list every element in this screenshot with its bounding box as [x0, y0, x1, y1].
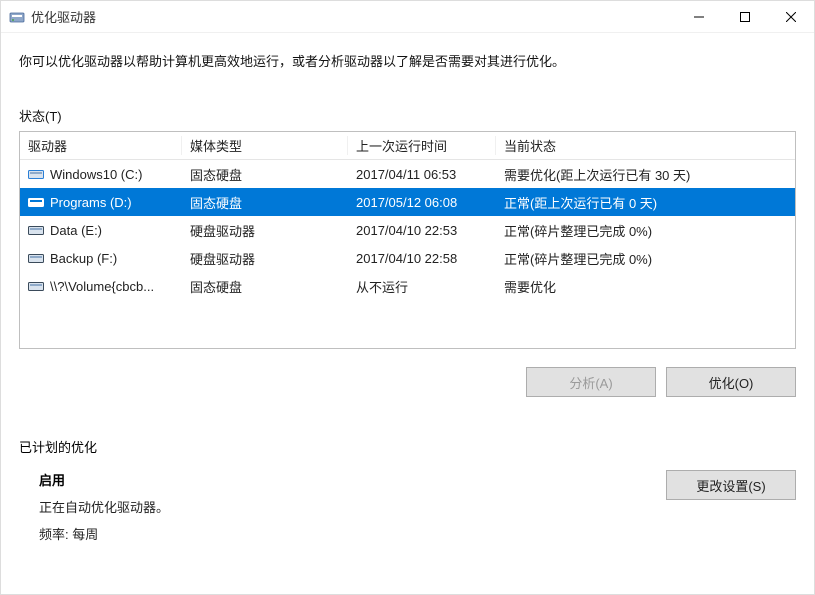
col-drive[interactable]: 驱动器 — [20, 136, 182, 155]
drive-icon — [28, 196, 44, 208]
description-text: 你可以优化驱动器以帮助计算机更高效地运行，或者分析驱动器以了解是否需要对其进行优… — [19, 51, 796, 70]
drive-media: 固态硬盘 — [182, 277, 348, 296]
schedule-frequency: 频率: 每周 — [39, 524, 666, 543]
drive-name: Data (E:) — [50, 223, 102, 238]
drive-status: 正常(距上次运行已有 0 天) — [496, 193, 795, 212]
col-current[interactable]: 当前状态 — [496, 136, 795, 155]
minimize-button[interactable] — [676, 1, 722, 33]
status-label: 状态(T) — [19, 106, 796, 125]
optimize-button[interactable]: 优化(O) — [666, 367, 796, 397]
drive-lastrun: 2017/04/11 06:53 — [348, 167, 496, 182]
drive-status: 正常(碎片整理已完成 0%) — [496, 221, 795, 240]
drive-media: 硬盘驱动器 — [182, 221, 348, 240]
close-button[interactable] — [768, 1, 814, 33]
drive-lastrun: 从不运行 — [348, 277, 496, 296]
os-drive-icon — [28, 168, 44, 180]
drive-media: 固态硬盘 — [182, 193, 348, 212]
drive-row[interactable]: Backup (F:) 硬盘驱动器2017/04/10 22:58正常(碎片整理已… — [20, 244, 795, 272]
drive-icon — [28, 224, 44, 236]
list-header: 驱动器 媒体类型 上一次运行时间 当前状态 — [20, 132, 795, 160]
drive-name: Backup (F:) — [50, 251, 117, 266]
col-media[interactable]: 媒体类型 — [182, 136, 348, 155]
drive-status: 需要优化(距上次运行已有 30 天) — [496, 165, 795, 184]
drive-name: Programs (D:) — [50, 195, 132, 210]
drive-lastrun: 2017/04/10 22:58 — [348, 251, 496, 266]
schedule-enabled-label: 启用 — [39, 470, 666, 489]
analyze-button[interactable]: 分析(A) — [526, 367, 656, 397]
drive-list[interactable]: 驱动器 媒体类型 上一次运行时间 当前状态 Windows10 (C:) 固态硬盘… — [19, 131, 796, 349]
drive-status: 需要优化 — [496, 277, 795, 296]
drive-name: Windows10 (C:) — [50, 167, 142, 182]
change-settings-button[interactable]: 更改设置(S) — [666, 470, 796, 500]
drive-row[interactable]: Windows10 (C:) 固态硬盘2017/04/11 06:53需要优化(距… — [20, 160, 795, 188]
drive-status: 正常(碎片整理已完成 0%) — [496, 249, 795, 268]
schedule-status-text: 正在自动优化驱动器。 — [39, 497, 666, 516]
col-lastrun[interactable]: 上一次运行时间 — [348, 136, 496, 155]
drive-lastrun: 2017/04/10 22:53 — [348, 223, 496, 238]
drive-row[interactable]: \\?\Volume{cbcb... 固态硬盘从不运行需要优化 — [20, 272, 795, 300]
drive-media: 固态硬盘 — [182, 165, 348, 184]
drive-row[interactable]: Data (E:) 硬盘驱动器2017/04/10 22:53正常(碎片整理已完成… — [20, 216, 795, 244]
window-title: 优化驱动器 — [31, 7, 96, 26]
drive-name: \\?\Volume{cbcb... — [50, 279, 154, 294]
drive-media: 硬盘驱动器 — [182, 249, 348, 268]
maximize-button[interactable] — [722, 1, 768, 33]
app-icon — [9, 9, 25, 25]
scheduled-section-label: 已计划的优化 — [19, 437, 796, 456]
drive-lastrun: 2017/05/12 06:08 — [348, 195, 496, 210]
drive-icon — [28, 252, 44, 264]
drive-icon — [28, 280, 44, 292]
titlebar: 优化驱动器 — [1, 1, 814, 33]
drive-row[interactable]: Programs (D:) 固态硬盘2017/05/12 06:08正常(距上次运… — [20, 188, 795, 216]
